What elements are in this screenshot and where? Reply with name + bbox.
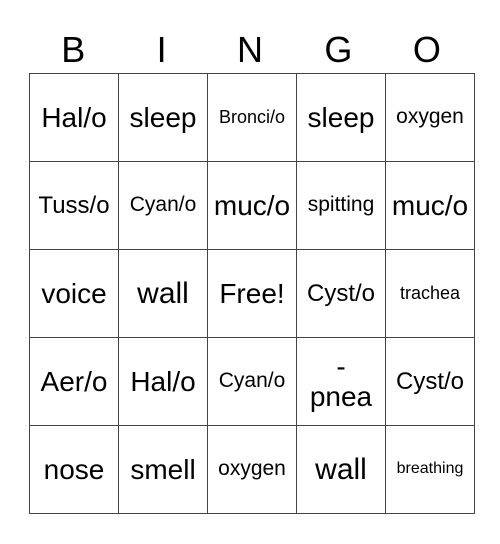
grid-row: Hal/o sleep Bronci/o sleep oxygen: [29, 73, 475, 162]
header-letter-o: O: [412, 29, 441, 70]
bingo-cell[interactable]: nose: [29, 425, 119, 514]
header-letter-i: I: [156, 29, 167, 70]
bingo-cell[interactable]: wall: [118, 249, 208, 338]
bingo-cell[interactable]: spitting: [296, 161, 386, 250]
grid-row: Aer/o Hal/o Cyan/o - pnea Cyst/o: [29, 337, 475, 426]
bingo-cell[interactable]: muc/o: [207, 161, 297, 250]
bingo-cell[interactable]: oxygen: [385, 73, 475, 162]
bingo-cell[interactable]: Tuss/o: [29, 161, 119, 250]
free-space-cell[interactable]: Free!: [207, 249, 297, 338]
bingo-cell[interactable]: voice: [29, 249, 119, 338]
bingo-cell[interactable]: wall: [296, 425, 386, 514]
bingo-cell[interactable]: Aer/o: [29, 337, 119, 426]
bingo-grid: Hal/o sleep Bronci/o sleep oxygen Tuss/o…: [29, 73, 475, 514]
bingo-cell[interactable]: Hal/o: [29, 73, 119, 162]
bingo-cell[interactable]: muc/o: [385, 161, 475, 250]
bingo-cell[interactable]: Cyan/o: [207, 337, 297, 426]
grid-row: nose smell oxygen wall breathing: [29, 425, 475, 514]
header-letter-b: B: [61, 29, 86, 70]
grid-row: voice wall Free! Cyst/o trachea: [29, 249, 475, 338]
bingo-cell[interactable]: Hal/o: [118, 337, 208, 426]
bingo-cell[interactable]: Cyst/o: [385, 337, 475, 426]
bingo-cell[interactable]: sleep: [296, 73, 386, 162]
bingo-cell[interactable]: Cyst/o: [296, 249, 386, 338]
bingo-cell[interactable]: oxygen: [207, 425, 297, 514]
bingo-cell[interactable]: trachea: [385, 249, 475, 338]
bingo-cell[interactable]: Bronci/o: [207, 73, 297, 162]
bingo-cell[interactable]: breathing: [385, 425, 475, 514]
bingo-cell[interactable]: smell: [118, 425, 208, 514]
bingo-cell[interactable]: Cyan/o: [118, 161, 208, 250]
bingo-header: B I N G O: [29, 28, 471, 72]
grid-row: Tuss/o Cyan/o muc/o spitting muc/o: [29, 161, 475, 250]
bingo-cell[interactable]: sleep: [118, 73, 208, 162]
bingo-cell[interactable]: - pnea: [296, 337, 386, 426]
header-letter-g: G: [324, 29, 353, 70]
header-letter-n: N: [237, 29, 264, 70]
